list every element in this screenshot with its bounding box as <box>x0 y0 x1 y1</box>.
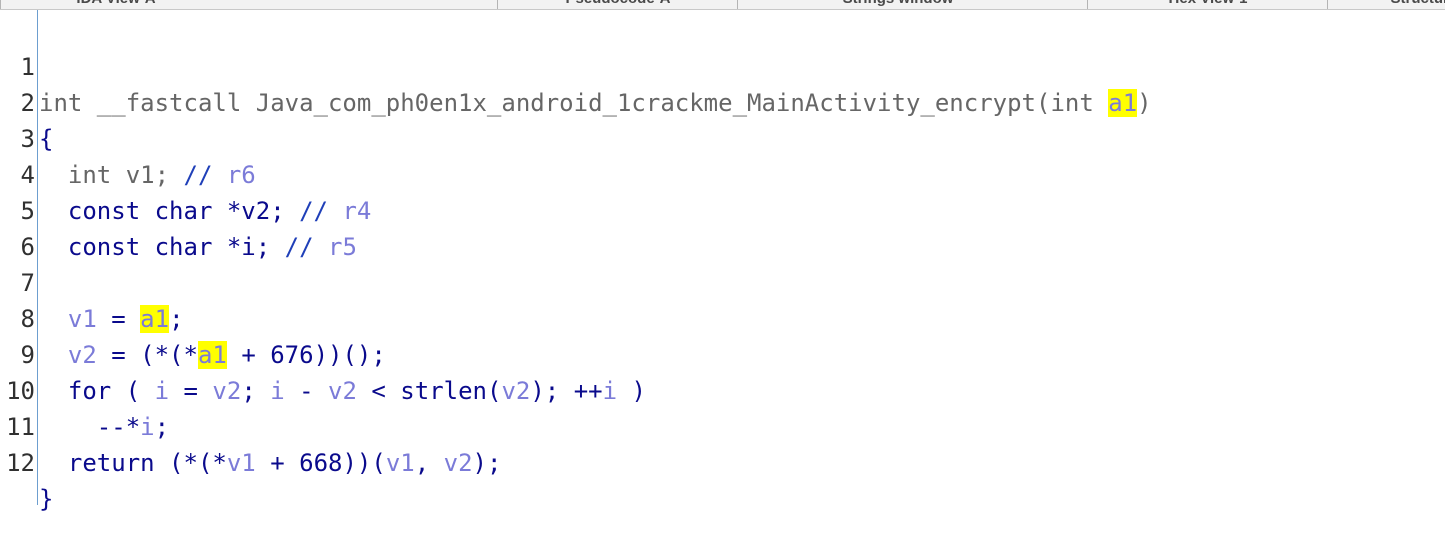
tab-structures[interactable]: Structures <box>1327 0 1445 9</box>
var-i[interactable]: i <box>270 377 284 405</box>
var-v2[interactable]: v2 <box>212 377 241 405</box>
decl-v2[interactable]: const char *v2; <box>68 197 299 225</box>
close-paren: ) <box>617 377 646 405</box>
semicolon: ; <box>154 413 170 441</box>
var-v2[interactable]: v2 <box>444 449 473 477</box>
register-r4: r4 <box>342 197 372 225</box>
var-i[interactable]: i <box>155 377 169 405</box>
code-line-9[interactable]: 9 for ( i = v2; i - v2 < strlen(v2); ++i… <box>0 301 646 405</box>
strlen-call[interactable]: < strlen( <box>357 377 501 405</box>
minus-op: - <box>284 377 329 405</box>
register-r6: r6 <box>226 161 256 189</box>
for-keyword: for ( <box>67 377 155 405</box>
code-line-2[interactable]: 2 { <box>0 49 58 153</box>
var-v1[interactable]: v1 <box>386 449 415 477</box>
pseudocode-view[interactable]: 1 int __fastcall Java_com_ph0en1x_androi… <box>0 13 1152 513</box>
param-a1-highlight[interactable]: a1 <box>140 305 170 333</box>
increment: ); ++ <box>530 377 603 405</box>
var-v2[interactable]: v2 <box>328 377 357 405</box>
semicolon: ; <box>169 305 184 333</box>
assign-op: = <box>169 377 213 405</box>
code-line-12[interactable]: 12 } <box>0 409 58 513</box>
decl-i[interactable]: const char *i; <box>68 233 285 261</box>
tab-hex-view-1[interactable]: Hex View-1 <box>1087 0 1328 9</box>
tab-ida-view-a[interactable]: IDA View-A <box>0 0 231 9</box>
code-line-11[interactable]: 11 return (*(*v1 + 668))(v1, v2); <box>0 373 501 477</box>
comment: // <box>299 197 343 225</box>
function-signature[interactable]: int __fastcall Java_com_ph0en1x_android_… <box>39 89 1108 117</box>
code-line-3[interactable]: 3 int v1; // r6 <box>0 85 256 189</box>
register-r5: r5 <box>328 233 357 261</box>
decrement-deref: --* <box>96 413 141 441</box>
var-v2[interactable]: v2 <box>501 377 530 405</box>
code-line-6[interactable]: 6 <box>0 193 58 261</box>
return-keyword: return (*(* <box>67 449 227 477</box>
var-i[interactable]: i <box>603 377 617 405</box>
code-line-8[interactable]: 8 v2 = (*(*a1 + 676))(); <box>0 265 386 369</box>
var-v1[interactable]: v1 <box>68 305 97 333</box>
code-line-1[interactable]: 1 int __fastcall Java_com_ph0en1x_androi… <box>0 13 1152 117</box>
code-line-7[interactable]: 7 v1 = a1; <box>0 229 184 333</box>
tab-pseudocode-a[interactable]: Pseudocode-A <box>497 0 738 9</box>
code-line-10[interactable]: 10 --*i; <box>0 337 169 441</box>
call-close: ); <box>472 449 502 477</box>
comment: // <box>284 233 329 261</box>
decl-v1[interactable]: int v1; <box>68 161 184 189</box>
assign-op: = <box>96 305 141 333</box>
comment: // <box>183 161 227 189</box>
var-i[interactable]: i <box>140 413 154 441</box>
separator: ; <box>241 377 271 405</box>
expr-prefix: = (*(* <box>96 341 198 369</box>
code-line-5[interactable]: 5 const char *i; // r5 <box>0 157 357 261</box>
var-v2[interactable]: v2 <box>68 341 97 369</box>
close-brace: } <box>39 485 54 513</box>
var-v1[interactable]: v1 <box>227 449 256 477</box>
tab-bar: IDA View-A Pseudocode-A Strings window H… <box>0 0 1445 10</box>
code-line-4[interactable]: 4 const char *v2; // r4 <box>0 121 372 225</box>
param-a1-highlight[interactable]: a1 <box>197 341 227 369</box>
param-a1-highlight[interactable]: a1 <box>1108 89 1138 117</box>
signature-close: ) <box>1137 89 1152 117</box>
comma: , <box>414 449 444 477</box>
expr-suffix: + 676))(); <box>226 341 386 369</box>
tab-strings-window[interactable]: Strings window <box>737 0 1058 9</box>
line-number: 12 <box>6 449 35 477</box>
offset-expr: + 668))( <box>255 449 386 477</box>
